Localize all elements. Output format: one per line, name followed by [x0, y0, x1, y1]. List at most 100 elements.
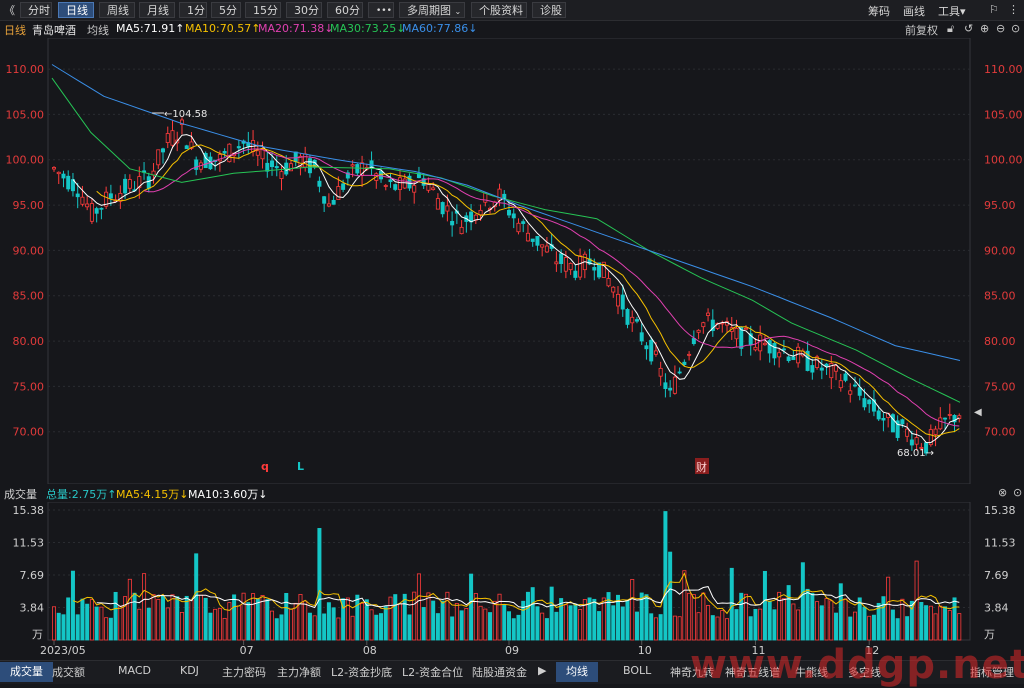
- candle-body: [255, 150, 260, 156]
- volume-bar: [682, 570, 687, 641]
- tab-daily[interactable]: 日线: [58, 2, 94, 18]
- tab-l2-position[interactable]: L2-资金合位: [402, 664, 463, 680]
- pin-icon[interactable]: ⚐: [989, 3, 999, 16]
- volume-bar: [578, 609, 583, 641]
- adjust-dropdown[interactable]: 前复权: [905, 22, 938, 38]
- candle-body: [317, 180, 322, 187]
- volume-bar: [777, 591, 782, 641]
- candle-body: [435, 198, 440, 210]
- x-axis-label: 09: [505, 644, 519, 657]
- candle-body: [222, 150, 227, 154]
- tab-main-force-code[interactable]: 主力密码: [222, 664, 266, 680]
- candlestick-chart[interactable]: 110.00 110.00 105.00 105.00 100.00 100.00 95.0…: [0, 38, 1024, 484]
- chip-button[interactable]: 筹码: [868, 3, 890, 19]
- tab-turnover[interactable]: 成交额: [52, 664, 85, 680]
- candle-body: [450, 220, 455, 226]
- close-icon[interactable]: ⊗: [998, 486, 1007, 499]
- volume-bar: [488, 612, 493, 641]
- indicator-name[interactable]: 均线: [87, 22, 109, 38]
- volume-bar: [905, 616, 910, 641]
- candle-body: [819, 367, 824, 371]
- draw-line-button[interactable]: 画线: [903, 3, 925, 19]
- zoom-out-icon[interactable]: ⊖: [996, 22, 1005, 35]
- marker-finance: 财: [696, 460, 707, 474]
- top-toolbar: 《 分时 日线 周线 月线 1分 5分 15分 30分 60分 ••• 多周期图…: [0, 0, 1024, 21]
- tab-fenshi[interactable]: 分时: [20, 2, 52, 18]
- candle-body: [606, 278, 611, 287]
- back-icon[interactable]: 《: [4, 2, 15, 18]
- tab-30min[interactable]: 30分: [286, 2, 322, 18]
- tab-60min[interactable]: 60分: [327, 2, 363, 18]
- tab-monthly[interactable]: 月线: [139, 2, 175, 18]
- x-axis-label: 07: [240, 644, 254, 657]
- volume-bar: [838, 583, 843, 641]
- ma30-line: [51, 77, 961, 403]
- candle-body: [336, 186, 341, 200]
- candle-body: [573, 270, 578, 278]
- candle-body: [672, 376, 677, 394]
- diagnose-button[interactable]: 诊股: [532, 2, 566, 18]
- volume-bar: [601, 597, 606, 641]
- candle-body: [611, 286, 616, 293]
- candle-body: [786, 356, 791, 361]
- volume-bar: [454, 603, 459, 641]
- next-tabs-icon[interactable]: ▶: [538, 664, 546, 677]
- volume-tick-right: 11.53: [984, 537, 1016, 550]
- candle-body: [701, 322, 706, 328]
- volume-bar: [431, 600, 436, 641]
- volume-bar: [800, 562, 805, 641]
- volume-bar: [772, 609, 777, 641]
- candle-body: [322, 196, 327, 204]
- volume-bar: [108, 617, 113, 641]
- candle-body: [843, 373, 848, 381]
- tools-button[interactable]: 工具▾: [938, 3, 966, 19]
- tab-volume[interactable]: 成交量: [0, 662, 53, 682]
- candle-body: [170, 130, 175, 146]
- volume-settings-icon[interactable]: ⊙: [1013, 486, 1022, 499]
- volume-bar: [75, 614, 80, 641]
- tab-macd[interactable]: MACD: [118, 664, 151, 677]
- candle-body: [691, 338, 696, 345]
- candle-body: [743, 327, 748, 330]
- volume-bar: [843, 598, 848, 641]
- volume-bar: [668, 551, 673, 641]
- volume-bar: [753, 608, 758, 641]
- period-label: 日线: [4, 24, 26, 37]
- chart-settings-icon[interactable]: ⊙: [1011, 22, 1020, 35]
- current-price-arrow: ◀: [974, 407, 982, 418]
- tab-1min[interactable]: 1分: [179, 2, 207, 18]
- volume-bar: [426, 592, 431, 641]
- more-button[interactable]: •••: [368, 2, 394, 18]
- price-tick-right: 90.00: [984, 244, 1016, 257]
- tab-15min[interactable]: 15分: [245, 2, 281, 18]
- volume-chart[interactable]: 15.38 15.38 11.53 11.53 7.69 7.69 3.84 3.84 万 万 20…: [0, 502, 1024, 660]
- tab-weekly[interactable]: 周线: [99, 2, 135, 18]
- tab-main-force-net[interactable]: 主力净额: [277, 664, 321, 680]
- volume-bar: [630, 579, 635, 641]
- candle-body: [909, 439, 914, 446]
- multi-period-dropdown[interactable]: 多周期图 ⌄: [399, 2, 465, 18]
- tab-5min[interactable]: 5分: [211, 2, 241, 18]
- candle-body: [696, 329, 701, 333]
- lock-icon[interactable]: 🔓︎: [947, 22, 954, 36]
- tab-ma[interactable]: 均线: [556, 662, 598, 682]
- candle-body: [440, 202, 445, 215]
- tab-l2-bottom[interactable]: L2-资金抄底: [331, 664, 392, 680]
- volume-bar: [952, 597, 957, 641]
- volume-bar: [345, 597, 350, 641]
- volume-bar: [213, 608, 218, 641]
- tab-kdj[interactable]: KDJ: [180, 664, 199, 677]
- zoom-in-icon[interactable]: ⊕: [980, 22, 989, 35]
- candle-body: [85, 203, 90, 208]
- stock-info-button[interactable]: 个股资料: [471, 2, 527, 18]
- tab-boll[interactable]: BOLL: [623, 664, 651, 677]
- undo-icon[interactable]: ↺: [964, 22, 973, 35]
- volume-bar: [416, 573, 421, 641]
- more-vertical-icon[interactable]: ⋮: [1008, 3, 1019, 16]
- tab-hk-connect[interactable]: 陆股通资金: [472, 664, 527, 680]
- volume-bar: [691, 594, 696, 641]
- candle-body: [900, 419, 905, 425]
- volume-bar: [326, 602, 331, 641]
- volume-bar: [829, 600, 834, 641]
- ma10-value: MA10:70.57↑: [185, 22, 261, 35]
